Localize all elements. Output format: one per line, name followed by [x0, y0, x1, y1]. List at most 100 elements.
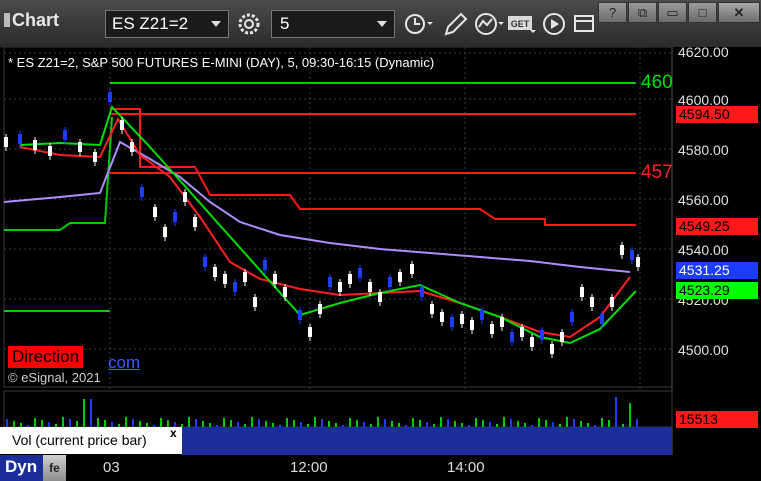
get-icon-label: GET	[511, 19, 530, 29]
x-tick: 03	[103, 459, 120, 476]
candle-body	[580, 287, 584, 297]
maximize-button-label: □	[698, 5, 707, 20]
interval-dropdown-caret[interactable]	[377, 21, 387, 27]
r2-price-badge: 4549.25	[676, 218, 758, 235]
volume-bar	[489, 422, 491, 427]
play-icon[interactable]	[540, 10, 570, 38]
gear-icon[interactable]	[234, 10, 264, 38]
volume-badge: 15513	[676, 411, 758, 428]
red-level-label: 457	[641, 162, 672, 183]
volume-bar	[440, 417, 442, 427]
direction-label[interactable]: Direction	[8, 346, 84, 368]
study-icon[interactable]	[472, 10, 504, 38]
candle-body	[420, 287, 424, 297]
candle-body	[378, 292, 382, 302]
volume-bar	[307, 424, 309, 427]
volume-bar	[265, 421, 267, 427]
volume-bar	[363, 422, 365, 427]
esignal-link[interactable]: com	[108, 353, 140, 373]
symbol-input[interactable]: ES Z21=2	[105, 10, 229, 38]
restore-button[interactable]: ⧉	[628, 2, 657, 23]
volume-bar	[90, 399, 92, 427]
volume-bar	[447, 419, 449, 427]
candle-body	[78, 142, 82, 152]
close-button[interactable]: ✕	[718, 2, 760, 23]
candle-body	[368, 282, 372, 292]
candle-body	[18, 134, 22, 144]
candle-body	[490, 324, 494, 334]
candle-body	[193, 217, 197, 227]
volume-bar	[6, 419, 8, 427]
x-tick: 12:00	[290, 459, 328, 476]
candle-body	[460, 314, 464, 324]
volume-bar	[601, 418, 603, 427]
volume-bar	[531, 425, 533, 427]
get-icon[interactable]: GET	[506, 10, 538, 38]
window-title: Chart	[12, 10, 60, 30]
candle-body	[298, 310, 302, 320]
symbol-dropdown-caret[interactable]	[211, 21, 221, 27]
y-tick: 4500.00	[678, 342, 729, 358]
candle-body	[338, 282, 342, 292]
candle-body	[398, 272, 402, 282]
candle-body	[318, 304, 322, 314]
last-price-badge: 4531.25	[676, 262, 758, 279]
pencil-icon[interactable]	[440, 10, 470, 38]
maximize-button[interactable]: □	[688, 2, 717, 23]
volume-bar	[559, 424, 561, 427]
interval-input[interactable]: 5	[271, 10, 395, 38]
candle-body	[480, 310, 484, 320]
volume-close-icon[interactable]: x	[170, 426, 177, 440]
volume-bar	[167, 420, 169, 427]
volume-bar	[419, 420, 421, 427]
volume-bar	[244, 424, 246, 427]
candle-body	[450, 317, 454, 327]
candle-body	[203, 257, 207, 267]
candle-body	[430, 304, 434, 314]
candle-body	[510, 332, 514, 342]
volume-bar	[160, 418, 162, 427]
volume-bar	[125, 417, 127, 427]
help-button[interactable]: ?	[598, 2, 627, 23]
volume-bar	[83, 399, 85, 427]
candle-body	[358, 268, 362, 278]
candle-body	[636, 257, 640, 267]
candle-body	[630, 250, 634, 260]
y-tick: 4560.00	[678, 192, 729, 208]
candle-body	[620, 245, 624, 255]
candle-body	[520, 327, 524, 337]
dyn-button[interactable]: Dyn	[0, 455, 43, 481]
volume-bar	[314, 417, 316, 427]
y-tick: 4620.00	[678, 44, 729, 60]
volume-bar	[545, 420, 547, 427]
price-chart[interactable]	[0, 47, 761, 455]
volume-bar	[132, 419, 134, 427]
volume-bar	[391, 421, 393, 427]
chart-app-icon	[4, 13, 10, 27]
candle-body	[183, 192, 187, 202]
clock-icon[interactable]	[400, 10, 433, 38]
candle-body	[600, 314, 604, 324]
volume-bar	[461, 423, 463, 427]
volume-bar	[300, 422, 302, 427]
minimize-button[interactable]: ▭	[658, 2, 687, 23]
volume-bar	[503, 417, 505, 427]
candle-body	[500, 317, 504, 327]
candle-body	[173, 212, 177, 222]
candle-body	[108, 92, 112, 102]
volume-bar	[370, 424, 372, 427]
fe-button[interactable]: fe	[43, 455, 66, 481]
candle-body	[48, 146, 52, 156]
volume-bar	[223, 418, 225, 427]
volume-bar	[34, 418, 36, 427]
volume-bar	[216, 425, 218, 427]
candle-body	[273, 274, 277, 284]
candle-body	[388, 277, 392, 287]
candle-body	[328, 277, 332, 287]
candle-body	[163, 227, 167, 237]
symbol-value: ES Z21=2	[112, 14, 189, 33]
volume-bar	[594, 425, 596, 427]
volume-bar	[524, 423, 526, 427]
volume-bar	[496, 424, 498, 427]
volume-bar	[286, 418, 288, 427]
